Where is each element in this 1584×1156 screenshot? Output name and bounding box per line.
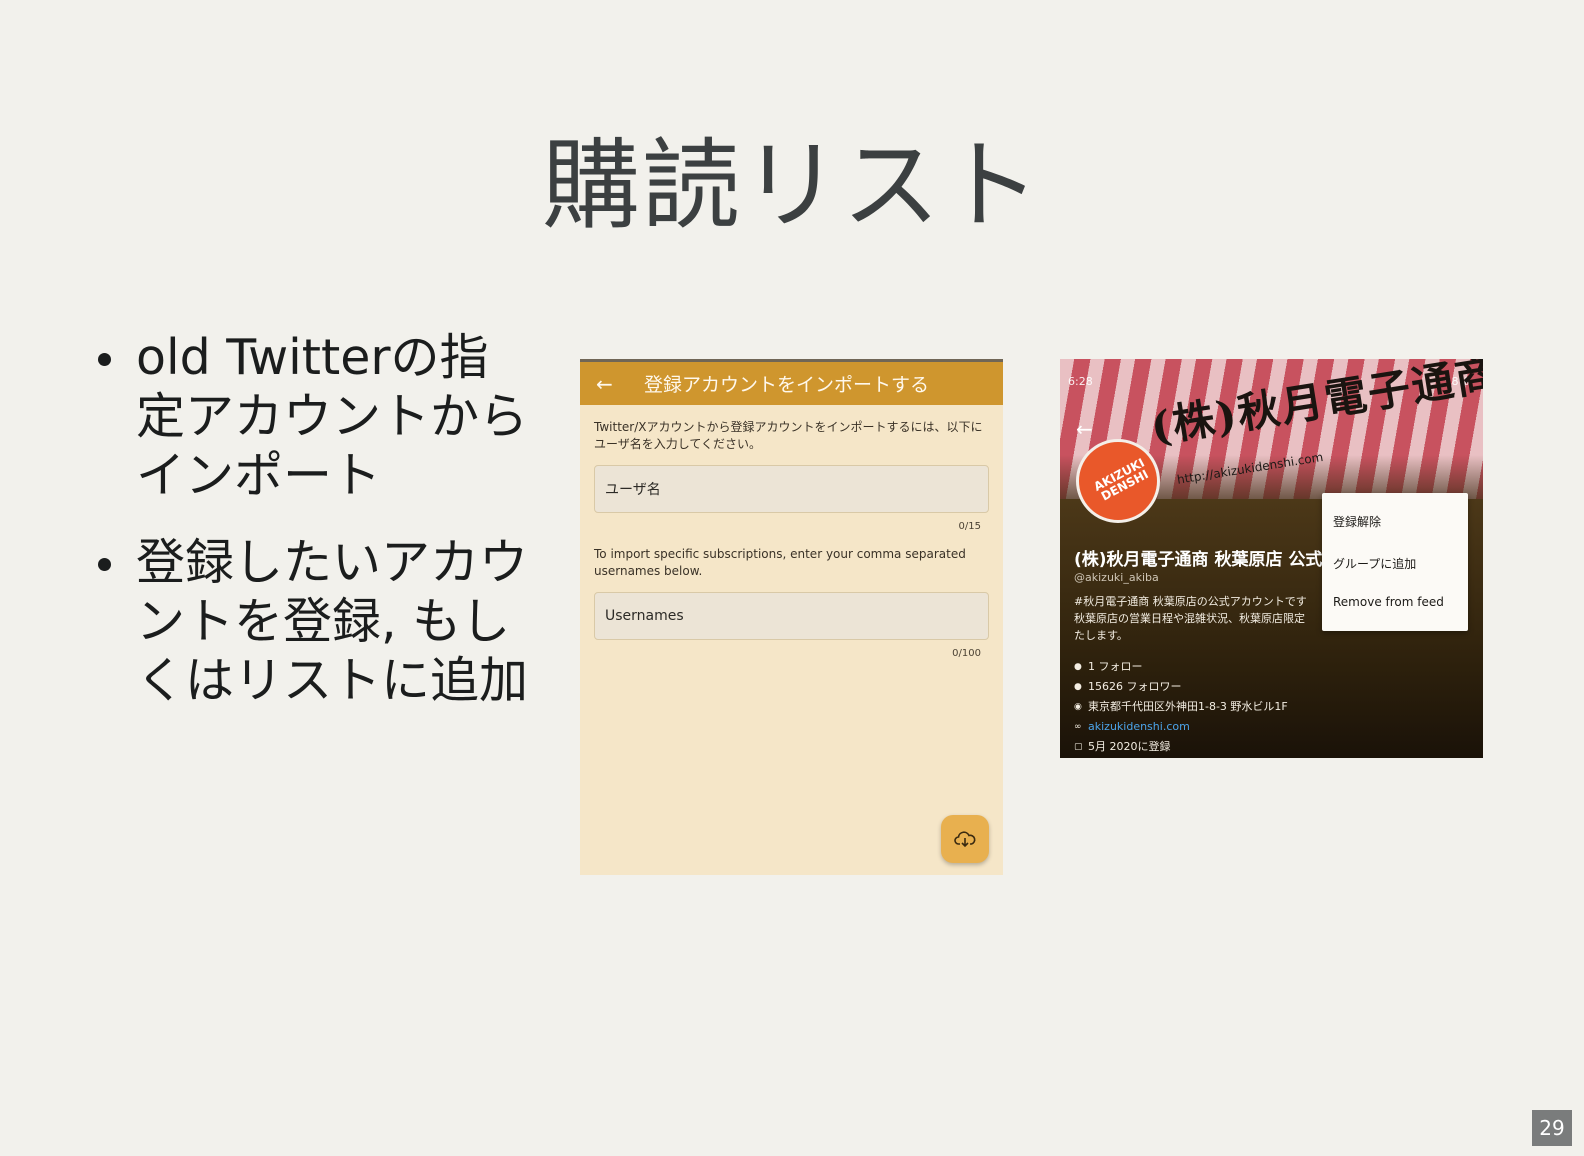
app-bar-title: 登録アカウントをインポートする (644, 374, 930, 396)
menu-item-remove-from-feed[interactable]: Remove from feed (1333, 595, 1444, 609)
bio-line: 秋葉原店の営業日程や混雑状況、秋葉原店限定 (1074, 612, 1305, 625)
calendar-icon: ▢ (1074, 742, 1083, 752)
import-fab-button[interactable] (941, 815, 989, 863)
back-arrow-icon[interactable]: ← (1076, 417, 1093, 441)
import-screenshot: ← 登録アカウントをインポートする Twitter/Xアカウントから登録アカウン… (580, 359, 1003, 875)
location-pin-icon: ◉ (1074, 702, 1082, 712)
bullet-list: old Twitterの指定アカウントからインポート 登録したいアカウントを登録… (96, 328, 536, 738)
profile-website-link[interactable]: akizukidenshi.com (1088, 717, 1190, 737)
import-description: Twitter/Xアカウントから登録アカウントをインポートするには、以下にユーザ… (594, 420, 983, 451)
avatar[interactable]: AKIZUKI DENSHI (1076, 439, 1160, 523)
following-count[interactable]: 1 フォロー (1088, 657, 1143, 677)
username-placeholder: ユーザ名 (605, 482, 661, 498)
menu-item-unsubscribe[interactable]: 登録解除 (1333, 513, 1381, 530)
profile-bio: #秋月電子通商 秋葉原店の公式アカウントです 秋葉原店の営業日程や混雑状況、秋葉… (1074, 593, 1324, 644)
menu-item-add-to-group[interactable]: グループに追加 (1333, 555, 1416, 572)
profile-meta: ● 1 フォロー ● 15626 フォロワー ◉ 東京都千代田区外神田1-8-3 野水… (1074, 657, 1288, 757)
avatar-logo-text: AKIZUKI DENSHI (1091, 455, 1151, 504)
person-icon: ● (1074, 682, 1082, 692)
person-icon: ● (1074, 662, 1082, 672)
overflow-menu: 登録解除 グループに追加 Remove from feed (1322, 493, 1468, 631)
usernames-input[interactable]: Usernames (594, 592, 989, 640)
bullet-item: 登録したいアカウントを登録, もしくはリストに追加 (96, 533, 536, 710)
bullet-item: old Twitterの指定アカウントからインポート (96, 328, 536, 505)
bulk-import-description: To import specific subscriptions, enter … (594, 547, 966, 578)
back-arrow-icon[interactable]: ← (596, 372, 620, 396)
username-input[interactable]: ユーザ名 (594, 465, 989, 513)
app-bar: ← 登録アカウントをインポートする (580, 359, 1003, 405)
followers-count[interactable]: 15626 フォロワー (1088, 677, 1182, 697)
page-number: 29 (1532, 1110, 1572, 1146)
status-time: 6:28 (1068, 375, 1093, 388)
profile-screenshot: 6:28 58% (株)秋月電子通商 http://akizukidenshi.… (1060, 359, 1483, 758)
cloud-download-icon (954, 831, 976, 848)
bio-line: #秋月電子通商 秋葉原店の公式アカウントです (1074, 595, 1307, 608)
bio-line: たします。 (1074, 629, 1128, 642)
profile-display-name: (株)秋月電子通商 秋葉原店 公式 (1074, 550, 1323, 570)
usernames-counter: 0/100 (952, 648, 981, 659)
username-counter: 0/15 (958, 521, 981, 532)
profile-joined-date: 5月 2020に登録 (1088, 740, 1171, 753)
link-icon: ∞ (1074, 722, 1082, 732)
slide-title: 購読リスト (541, 129, 1042, 243)
profile-location: 東京都千代田区外神田1-8-3 野水ビル1F (1088, 700, 1288, 713)
usernames-placeholder: Usernames (605, 608, 684, 624)
profile-handle: @akizuki_akiba (1074, 571, 1159, 584)
